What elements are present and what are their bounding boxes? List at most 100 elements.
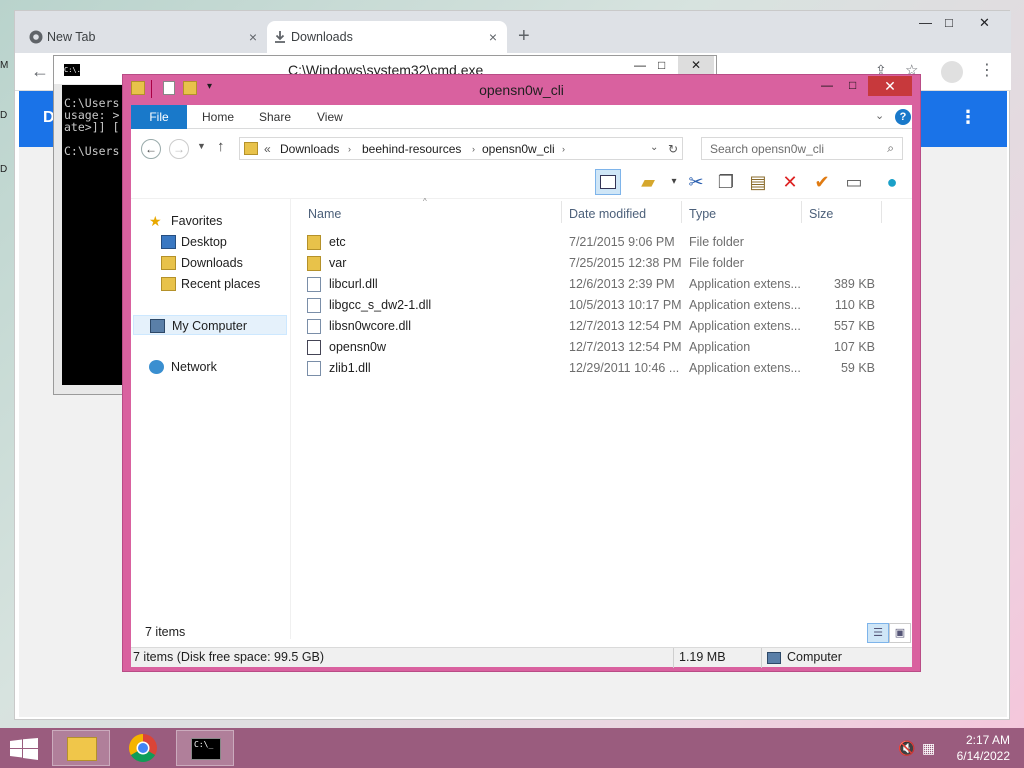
minimize-icon[interactable]: — bbox=[634, 58, 646, 72]
separator bbox=[761, 648, 762, 668]
copy-icon[interactable]: ❐ bbox=[713, 169, 739, 195]
item-count: 7 items bbox=[145, 625, 186, 639]
address-bar[interactable]: « Downloads › beehind-resources › opensn… bbox=[239, 137, 683, 160]
recent-locations-icon[interactable]: ▼ bbox=[197, 141, 206, 151]
tab-downloads[interactable]: Downloads × bbox=[267, 21, 507, 53]
minimize-icon[interactable]: — bbox=[919, 15, 932, 30]
volume-muted-icon[interactable]: 🔇 bbox=[898, 740, 915, 757]
file-row[interactable]: etc 7/21/2015 9:06 PM File folder bbox=[299, 232, 912, 253]
tab-view[interactable]: View bbox=[303, 105, 357, 129]
details-view-icon[interactable]: ☰ bbox=[867, 623, 889, 643]
chevron-right-icon[interactable]: › bbox=[562, 144, 565, 154]
column-header-size[interactable]: Size bbox=[809, 207, 833, 221]
file-size: 389 KB bbox=[833, 277, 875, 291]
close-window-icon[interactable]: ✕ bbox=[678, 56, 714, 74]
refresh-icon[interactable]: ↻ bbox=[668, 142, 678, 156]
breadcrumb-opensn0w-cli[interactable]: opensn0w_cli bbox=[482, 142, 555, 156]
downloads-folder-icon bbox=[161, 256, 176, 270]
desktop-icon-label[interactable]: D bbox=[0, 110, 7, 121]
close-tab-icon[interactable]: × bbox=[489, 21, 497, 53]
cmd-taskbar-button[interactable]: C:\_ bbox=[176, 730, 234, 766]
file-type: Application extens... bbox=[689, 298, 801, 312]
rename-icon[interactable]: ▭ bbox=[841, 169, 867, 195]
file-name: etc bbox=[329, 235, 346, 249]
application-icon bbox=[307, 340, 321, 355]
maximize-icon[interactable]: □ bbox=[849, 78, 856, 92]
column-divider[interactable] bbox=[561, 201, 562, 223]
star-icon: ★ bbox=[149, 213, 162, 229]
tab-share[interactable]: Share bbox=[245, 105, 305, 129]
start-windows-icon[interactable] bbox=[10, 738, 38, 760]
explorer-title-bar[interactable]: ▾ opensn0w_cli — □ ✕ bbox=[123, 75, 920, 105]
close-window-icon[interactable]: ✕ bbox=[868, 76, 912, 96]
system-clock[interactable]: 2:17 AM 6/14/2022 bbox=[957, 732, 1010, 764]
file-row[interactable]: libcurl.dll 12/6/2013 2:39 PM Applicatio… bbox=[299, 274, 912, 295]
close-tab-icon[interactable]: × bbox=[249, 21, 257, 53]
back-icon[interactable]: ← bbox=[141, 139, 161, 159]
column-divider[interactable] bbox=[801, 201, 802, 223]
preview-pane-icon[interactable] bbox=[595, 169, 621, 195]
chrome-menu-icon[interactable]: ⋮ bbox=[979, 60, 995, 80]
file-explorer-icon bbox=[67, 737, 97, 761]
breadcrumb-overflow[interactable]: « bbox=[264, 142, 271, 156]
desktop-icon-label[interactable]: M bbox=[0, 60, 8, 71]
globe-icon[interactable]: ● bbox=[879, 169, 905, 195]
nav-label: Desktop bbox=[181, 235, 227, 249]
large-icons-view-icon[interactable]: ▣ bbox=[889, 623, 911, 643]
file-row[interactable]: zlib1.dll 12/29/2011 10:46 ... Applicati… bbox=[299, 358, 912, 379]
sort-ascending-icon: ^ bbox=[423, 197, 427, 206]
tab-new-tab[interactable]: New Tab × bbox=[23, 21, 267, 53]
maximize-icon[interactable]: □ bbox=[945, 15, 953, 30]
paste-icon[interactable]: ▤ bbox=[745, 169, 771, 195]
file-size: 110 KB bbox=[834, 298, 875, 312]
maximize-icon[interactable]: □ bbox=[658, 58, 665, 72]
chevron-right-icon[interactable]: › bbox=[472, 144, 475, 154]
file-row[interactable]: libgcc_s_dw2-1.dll 10/5/2013 10:17 PM Ap… bbox=[299, 295, 912, 316]
more-actions-icon[interactable]: ⋮ bbox=[959, 107, 977, 128]
file-row[interactable]: var 7/25/2015 12:38 PM File folder bbox=[299, 253, 912, 274]
tab-home[interactable]: Home bbox=[188, 105, 248, 129]
file-row[interactable]: opensn0w 12/7/2013 12:54 PM Application … bbox=[299, 337, 912, 358]
nav-my-computer[interactable]: My Computer bbox=[133, 315, 287, 335]
file-date: 10/5/2013 10:17 PM bbox=[569, 298, 682, 312]
file-row[interactable]: libsn0wcore.dll 12/7/2013 12:54 PM Appli… bbox=[299, 316, 912, 337]
desktop-icon-label[interactable]: D bbox=[0, 164, 7, 175]
cut-icon[interactable]: ✂ bbox=[683, 169, 709, 195]
file-type: Application extens... bbox=[689, 319, 801, 333]
desktop-icon bbox=[161, 235, 176, 249]
new-tab-button[interactable]: + bbox=[518, 25, 530, 47]
column-header-date[interactable]: Date modified bbox=[569, 207, 646, 221]
computer-icon bbox=[150, 319, 165, 333]
chrome-taskbar-button[interactable] bbox=[114, 730, 172, 766]
search-input[interactable]: Search opensn0w_cli ⌕ bbox=[701, 137, 903, 160]
nav-label: Downloads bbox=[181, 256, 243, 270]
folder-options-icon[interactable]: ▰ bbox=[635, 169, 661, 195]
breadcrumb-downloads[interactable]: Downloads bbox=[280, 142, 339, 156]
back-arrow-icon[interactable]: ← bbox=[31, 61, 49, 82]
column-header-name[interactable]: Name bbox=[308, 207, 341, 221]
up-arrow-icon[interactable]: ↑ bbox=[217, 138, 225, 155]
chevron-down-icon[interactable]: ⌄ bbox=[650, 142, 658, 153]
network-tray-icon[interactable]: ▦ bbox=[922, 740, 935, 757]
tab-label: Downloads bbox=[291, 30, 353, 44]
column-header-type[interactable]: Type bbox=[689, 207, 716, 221]
column-divider[interactable] bbox=[681, 201, 682, 223]
file-explorer-taskbar-button[interactable] bbox=[52, 730, 110, 766]
chevron-right-icon[interactable]: › bbox=[348, 144, 351, 154]
nav-label: My Computer bbox=[172, 319, 248, 333]
forward-icon[interactable]: → bbox=[169, 139, 189, 159]
minimize-icon[interactable]: — bbox=[821, 78, 833, 92]
help-icon[interactable]: ? bbox=[895, 109, 911, 125]
breadcrumb-beehind-resources[interactable]: beehind-resources bbox=[362, 142, 461, 156]
tab-file[interactable]: File bbox=[131, 105, 187, 129]
file-size: 557 KB bbox=[833, 319, 875, 333]
cmd-icon: C:\_ bbox=[191, 738, 221, 760]
close-window-icon[interactable]: ✕ bbox=[979, 15, 990, 31]
delete-icon[interactable]: ✕ bbox=[777, 169, 803, 195]
column-divider[interactable] bbox=[881, 201, 882, 223]
checkmark-icon[interactable]: ✔ bbox=[809, 169, 835, 195]
expand-ribbon-icon[interactable]: ⌄ bbox=[875, 109, 884, 122]
profile-avatar[interactable] bbox=[941, 61, 963, 83]
search-icon[interactable]: ⌕ bbox=[887, 141, 894, 156]
file-list: ^ Name Date modified Type Size etc 7/21/… bbox=[299, 197, 912, 639]
